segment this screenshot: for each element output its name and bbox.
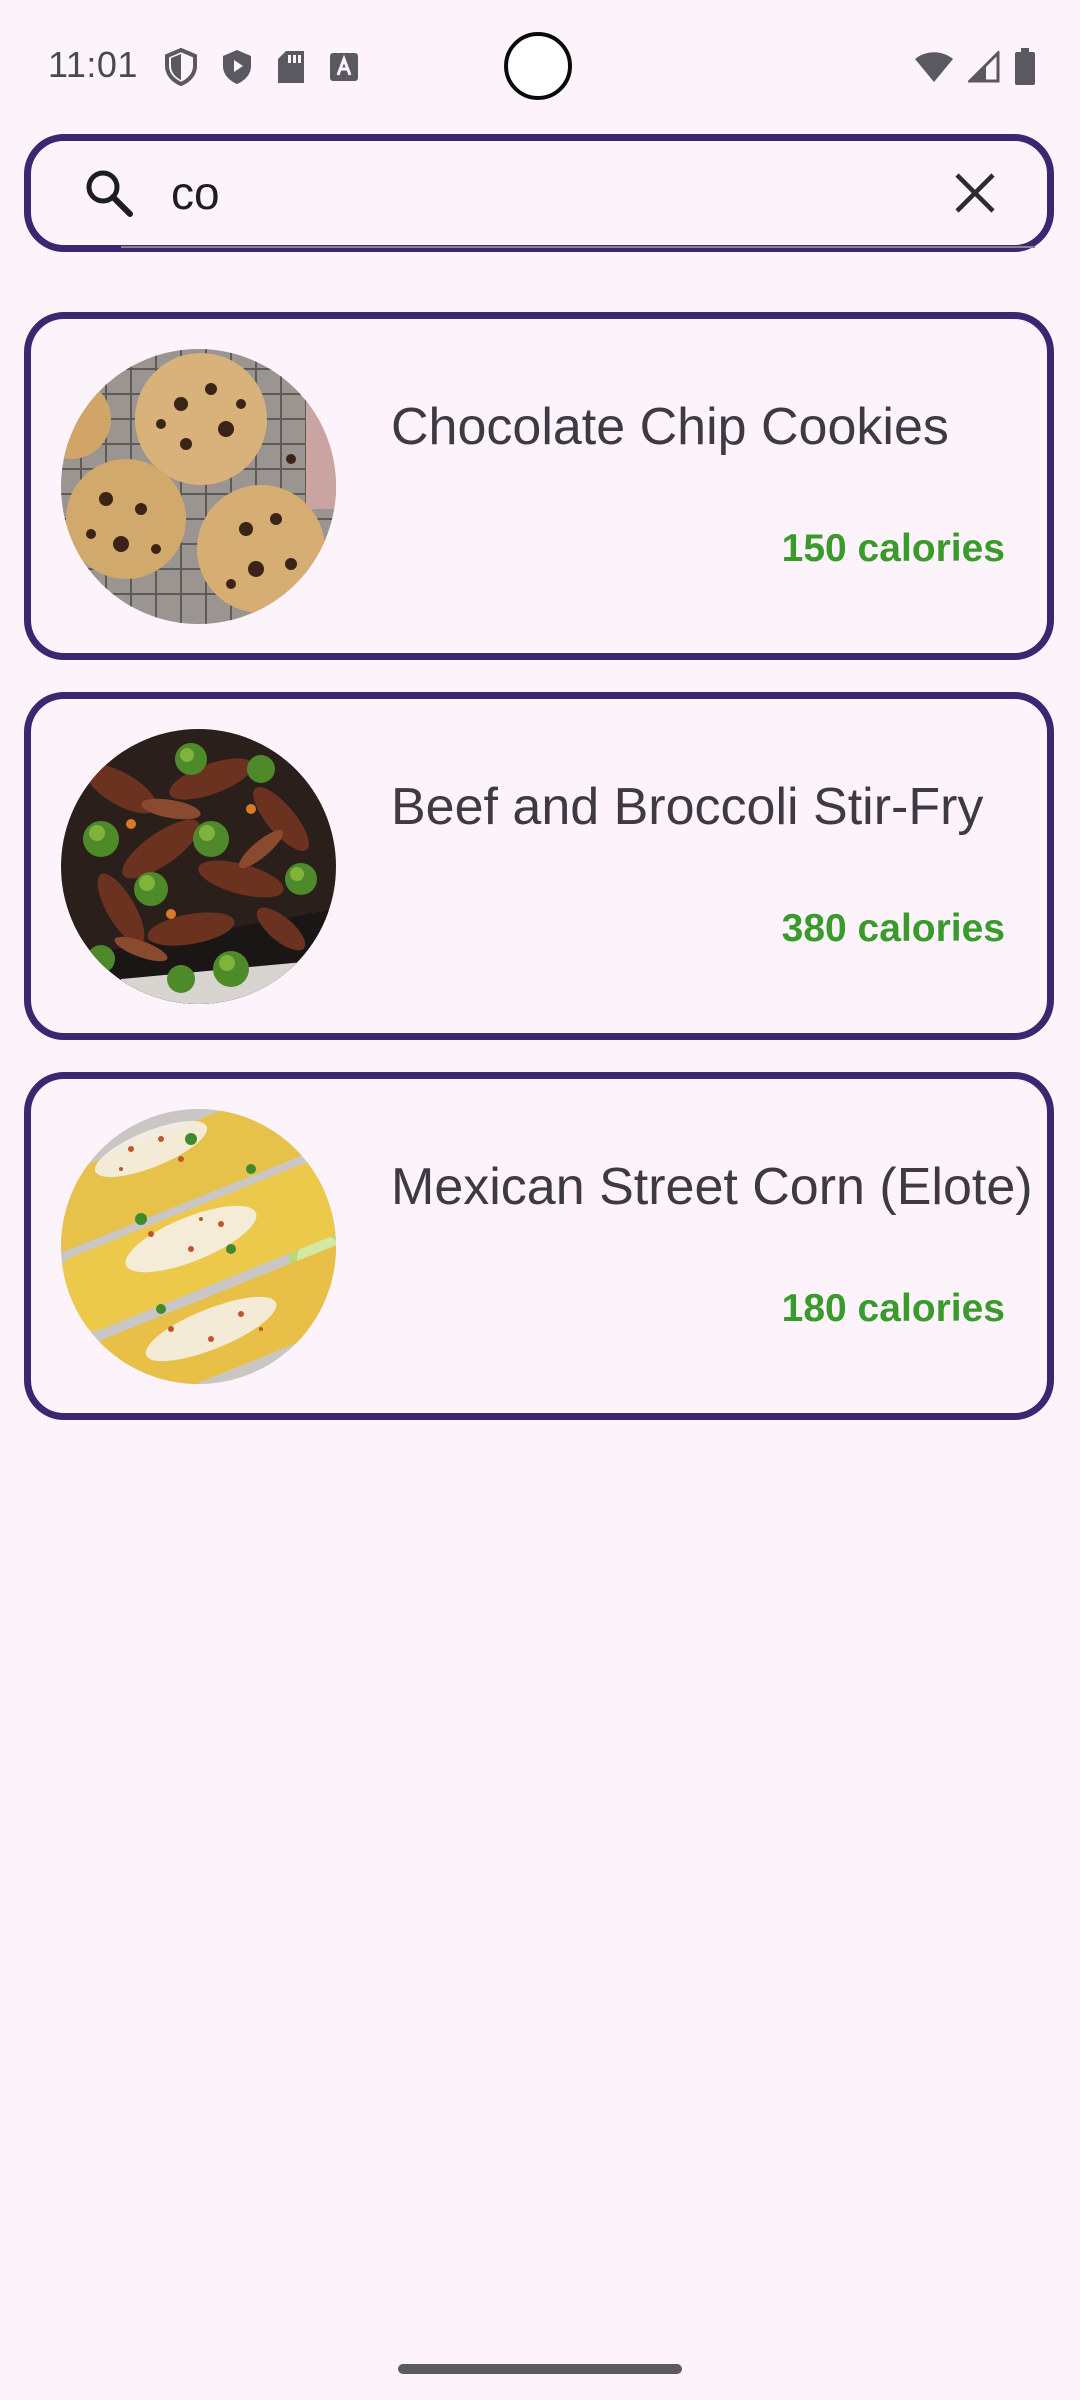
signal-icon [966,49,1000,88]
camera-cutout [504,32,572,100]
close-icon[interactable] [953,171,997,215]
notification-icons [164,48,360,86]
recipe-title: Chocolate Chip Cookies [391,398,949,456]
recipe-calories: 180 calories [781,1287,1005,1330]
shield-play-icon [220,48,254,86]
wifi-icon [914,50,954,89]
search-underline [121,246,1035,248]
recipe-calories: 150 calories [781,527,1005,570]
recipe-card-chocolate-chip-cookies[interactable]: Chocolate Chip Cookies 150 calories [24,312,1054,660]
recipe-title: Beef and Broccoli Stir-Fry [391,778,984,836]
search-bar[interactable] [24,134,1054,252]
recipe-card-beef-broccoli[interactable]: Beef and Broccoli Stir-Fry 380 calories [24,692,1054,1040]
recipe-title: Mexican Street Corn (Elote) [391,1158,1033,1216]
shield-outline-icon [164,48,198,86]
recipe-image-street-corn [61,1109,336,1384]
font-a-icon [328,51,360,83]
sd-card-icon [276,49,306,85]
status-bar: 11:01 [0,0,1080,140]
battery-icon [1014,48,1036,91]
recipe-image-cookies [61,349,336,624]
system-icons [914,48,1036,91]
recipe-card-mexican-street-corn[interactable]: Mexican Street Corn (Elote) 180 calories [24,1072,1054,1420]
search-icon[interactable] [83,167,135,219]
gesture-nav-handle[interactable] [398,2364,682,2374]
search-input[interactable] [171,161,951,225]
recipe-calories: 380 calories [781,907,1005,950]
recipe-image-beef-broccoli [61,729,336,1004]
status-time: 11:01 [48,44,138,85]
